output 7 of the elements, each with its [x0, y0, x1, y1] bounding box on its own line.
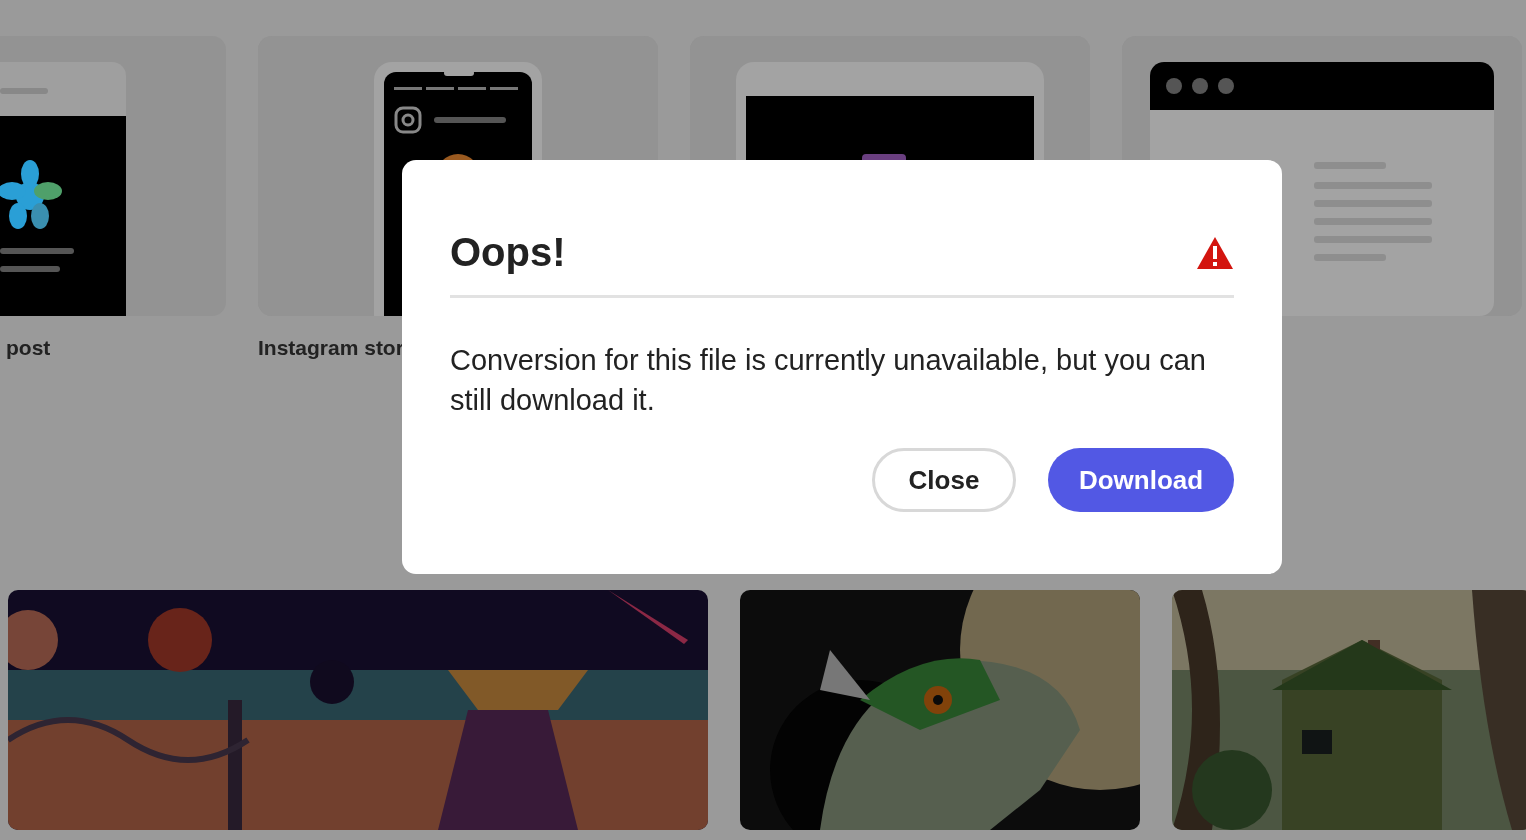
template-label: post — [6, 336, 51, 360]
close-button[interactable]: Close — [872, 448, 1016, 512]
warning-icon — [1196, 235, 1234, 270]
template-label: Instagram stor — [258, 336, 404, 360]
download-button[interactable]: Download — [1048, 448, 1234, 512]
dialog-message: Conversion for this file is currently unavailable, but you can still download it. — [450, 343, 1207, 418]
dialog-title: Oops! — [450, 230, 566, 275]
